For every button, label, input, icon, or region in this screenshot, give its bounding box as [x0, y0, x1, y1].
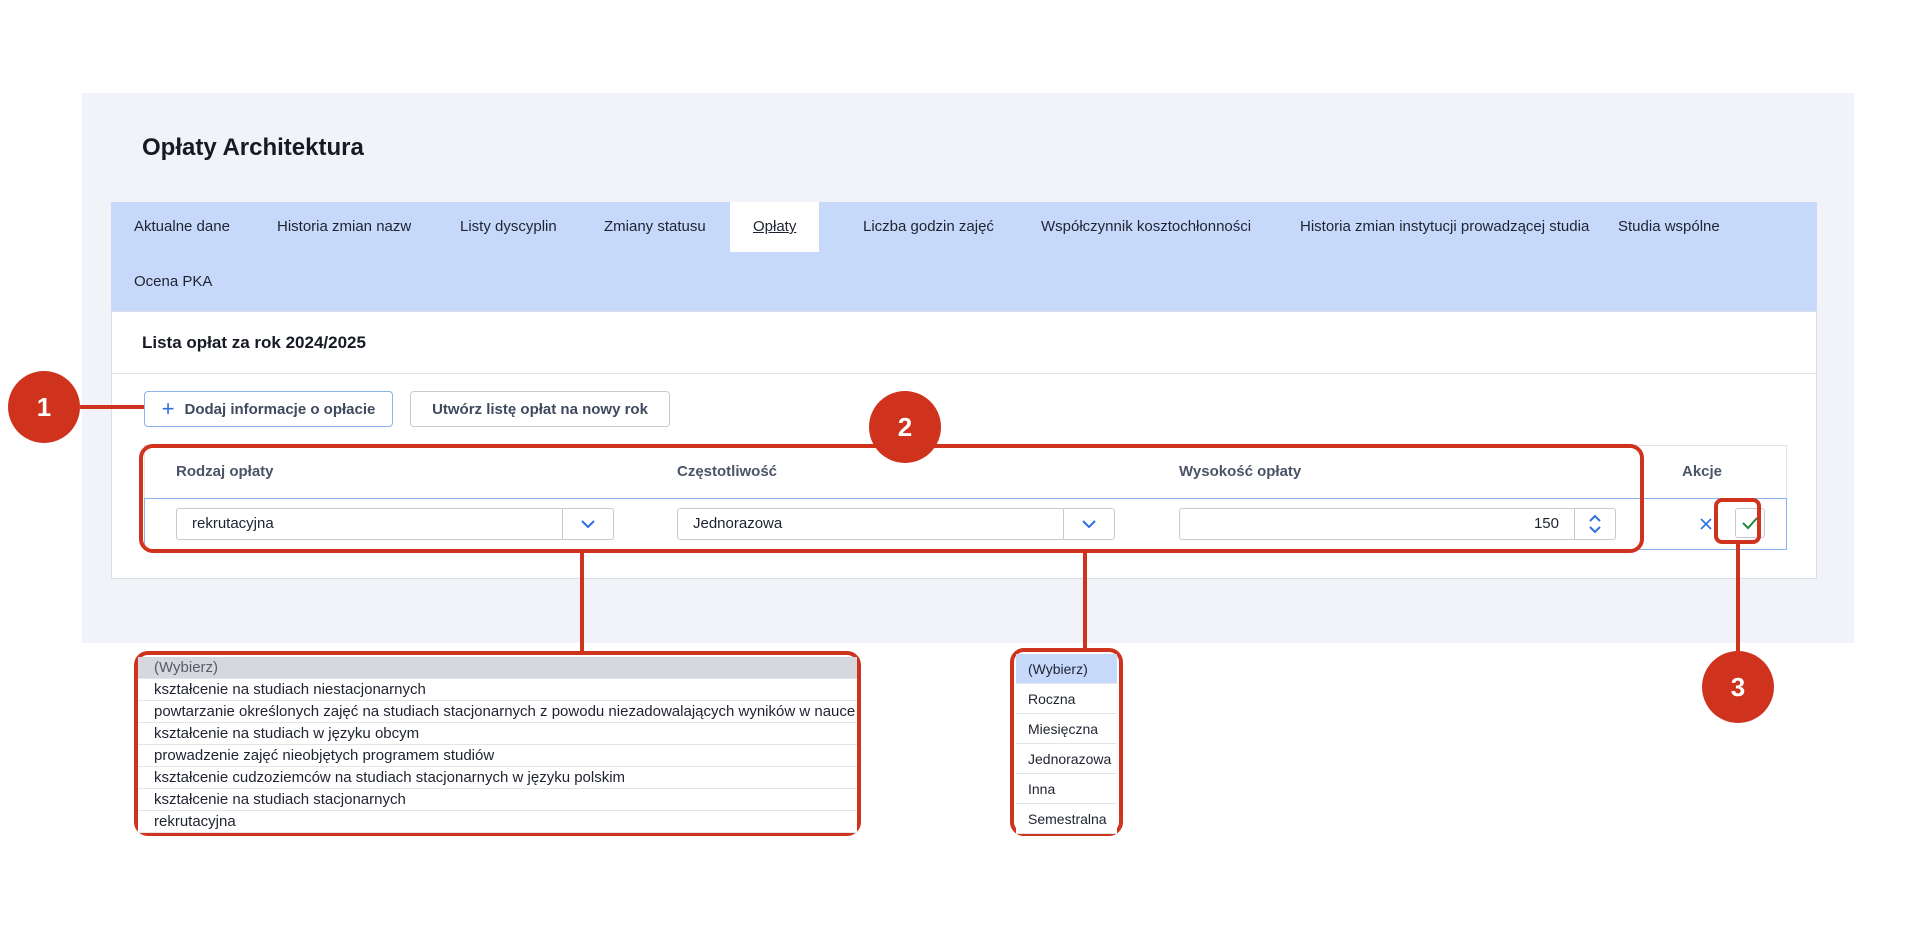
fee-type-option[interactable]: rekrutacyjna [138, 811, 857, 833]
frequency-option[interactable]: (Wybierz) [1016, 654, 1117, 684]
fee-type-option[interactable]: kształcenie na studiach stacjonarnych [138, 789, 857, 811]
fee-type-option[interactable]: powtarzanie określonych zajęć na studiac… [138, 701, 857, 723]
page-title: Opłaty Architektura [142, 134, 364, 161]
tab-wspolczynnik-kosztochlonnosci[interactable]: Współczynnik kosztochłonności [1018, 202, 1274, 252]
create-new-year-list-button[interactable]: Utwórz listę opłat na nowy rok [410, 391, 670, 427]
header-akcje: Akcje [1682, 463, 1723, 480]
callout-3-frame [1714, 498, 1761, 544]
tab-ocena-pka[interactable]: Ocena PKA [111, 257, 235, 307]
tab-liczba-godzin-zajec[interactable]: Liczba godzin zajęć [840, 202, 1017, 252]
plus-icon: + [161, 396, 175, 421]
frequency-dropdown-frame: (Wybierz) Roczna Miesięczna Jednorazowa … [1010, 648, 1123, 836]
frequency-option[interactable]: Semestralna [1016, 804, 1117, 834]
fee-type-option[interactable]: kształcenie cudzoziemców na studiach sta… [138, 767, 857, 789]
fee-type-option[interactable]: (Wybierz) [138, 657, 857, 679]
callout-dropdown-2-line [1083, 553, 1087, 651]
tab-historia-zmian-nazw[interactable]: Historia zmian nazw [254, 202, 434, 252]
frequency-option[interactable]: Inna [1016, 774, 1117, 804]
tab-historia-zmian-instytucji[interactable]: Historia zmian instytucji prowadzącej st… [1277, 202, 1612, 252]
tab-oplaty[interactable]: Opłaty [730, 202, 819, 252]
fee-type-dropdown-frame: (Wybierz) kształcenie na studiach niesta… [134, 651, 861, 836]
add-fee-button[interactable]: + Dodaj informacje o opłacie [144, 391, 393, 427]
frequency-option[interactable]: Jednorazowa [1016, 744, 1117, 774]
callout-dropdown-1-line [580, 553, 584, 652]
frequency-option[interactable]: Roczna [1016, 684, 1117, 714]
tab-listy-dyscyplin[interactable]: Listy dyscyplin [437, 202, 580, 252]
callout-badge-2: 2 [869, 391, 941, 463]
tab-bar: Aktualne dane Historia zmian nazw Listy … [111, 202, 1817, 311]
fee-type-dropdown: (Wybierz) kształcenie na studiach niesta… [138, 657, 857, 833]
fee-type-option[interactable]: kształcenie na studiach niestacjonarnych [138, 679, 857, 701]
add-fee-button-label: Dodaj informacje o opłacie [184, 400, 376, 418]
card-title: Lista opłat za rok 2024/2025 [142, 333, 366, 352]
tab-zmiany-statusu[interactable]: Zmiany statusu [581, 202, 729, 252]
divider [112, 373, 1816, 374]
callout-badge-1: 1 [8, 371, 80, 443]
frequency-dropdown: (Wybierz) Roczna Miesięczna Jednorazowa … [1016, 654, 1117, 834]
fee-type-option[interactable]: prowadzenie zajęć nieobjętych programem … [138, 745, 857, 767]
frequency-option[interactable]: Miesięczna [1016, 714, 1117, 744]
callout-1-line [80, 405, 144, 409]
tab-aktualne-dane[interactable]: Aktualne dane [111, 202, 253, 252]
callout-badge-3: 3 [1702, 651, 1774, 723]
fee-type-option[interactable]: kształcenie na studiach w języku obcym [138, 723, 857, 745]
tab-studia-wspolne[interactable]: Studia wspólne [1595, 202, 1743, 252]
callout-3-line [1736, 544, 1740, 651]
